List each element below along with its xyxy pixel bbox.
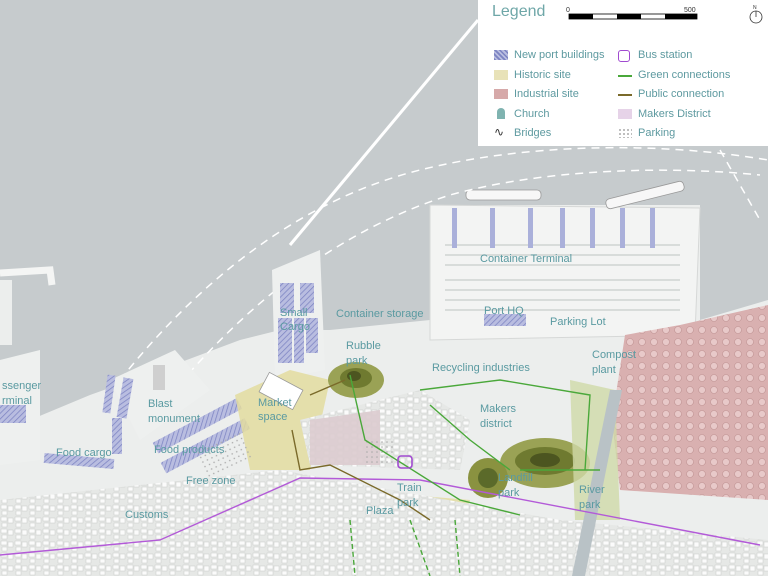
label-blast-2: monument: [148, 413, 200, 425]
label-train-1: Train: [397, 482, 422, 494]
north-arrow-icon: N: [748, 4, 764, 24]
label-customs: Customs: [125, 509, 169, 521]
label-market-1: Market: [258, 397, 292, 409]
label-small-cargo-2: Cargo: [280, 321, 310, 333]
hatched-rect-icon: [494, 50, 508, 60]
label-passenger-1: ssenger: [2, 380, 41, 392]
label-container-storage: Container storage: [336, 308, 423, 320]
ship: [465, 189, 542, 201]
public-line-icon: [618, 94, 632, 96]
rubble-park: [347, 371, 361, 381]
label-food-cargo: Food cargo: [56, 447, 112, 459]
label-landfill-1: Landfill: [498, 472, 533, 484]
label-market-2: space: [258, 411, 287, 423]
label-train-2: park: [397, 497, 419, 509]
label-small-cargo-1: Small: [280, 307, 308, 319]
label-food-products: Food products: [154, 444, 225, 456]
label-rubble-2: park: [346, 355, 368, 367]
label-parking-lot: Parking Lot: [550, 316, 606, 328]
scale-start: 0: [566, 7, 570, 14]
label-river-2: park: [579, 499, 601, 511]
label-passenger-2: rminal: [2, 395, 32, 407]
label-free-zone: Free zone: [186, 475, 236, 487]
label-port-hq: Port HQ: [484, 305, 524, 317]
legend-title: Legend: [492, 3, 546, 20]
makers-swatch-icon: [618, 109, 632, 119]
parking-area: [365, 440, 395, 465]
landfill-park: [530, 453, 560, 467]
parking-dots-icon: [618, 128, 632, 138]
bus-icon: [618, 50, 630, 62]
scale-end: 500: [684, 7, 696, 14]
label-plaza: Plaza: [366, 505, 394, 517]
church-icon: [497, 108, 505, 119]
label-compost-2: plant: [592, 364, 616, 376]
pier-left: [0, 280, 12, 345]
legend-panel: Legend 0 500 N New port buildings Histor…: [478, 0, 768, 146]
label-landfill-2: park: [498, 487, 520, 499]
industrial-site: [612, 305, 768, 500]
passenger-terminal-building: [0, 405, 26, 423]
bridge-icon: ∿: [494, 125, 505, 139]
label-rubble-1: Rubble: [346, 340, 381, 352]
train-park-mound: [478, 468, 498, 488]
label-blast-1: Blast: [148, 398, 172, 410]
label-makers-1: Makers: [480, 403, 517, 415]
historic-swatch-icon: [494, 70, 508, 80]
new-building: [112, 418, 122, 454]
label-recycling: Recycling industries: [432, 362, 530, 374]
north-label: N: [753, 5, 757, 11]
green-line-icon: [618, 75, 632, 77]
scale-bar: 0 500: [566, 7, 698, 20]
industrial-swatch-icon: [494, 89, 508, 99]
blast-monument-building: [153, 365, 165, 390]
label-river-1: River: [579, 484, 605, 496]
label-makers-2: district: [480, 418, 512, 430]
label-container-terminal: Container Terminal: [480, 253, 572, 265]
label-compost-1: Compost: [592, 349, 636, 361]
